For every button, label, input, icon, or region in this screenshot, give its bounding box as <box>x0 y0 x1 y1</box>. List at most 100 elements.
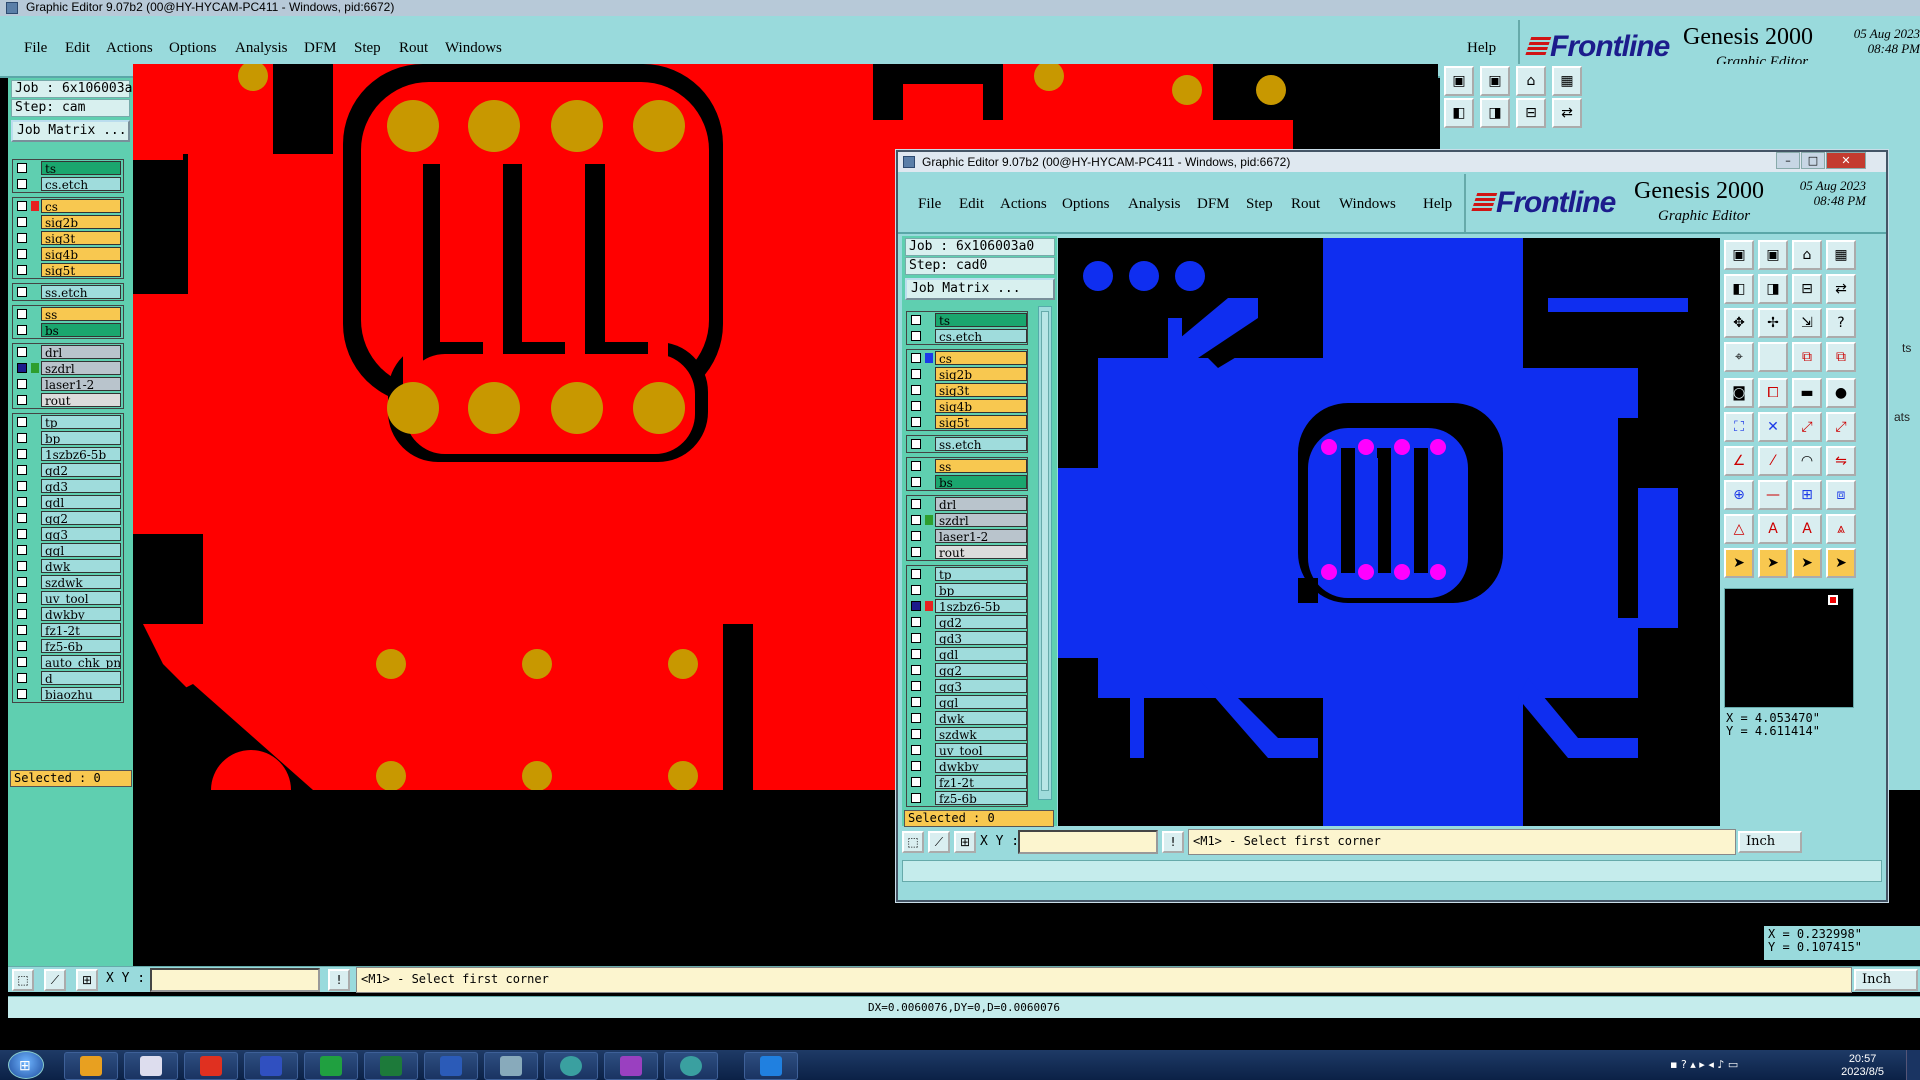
layer-checkbox[interactable] <box>17 433 27 443</box>
layer-row-szdwk[interactable]: szdwk <box>13 574 123 590</box>
layer-row-bs[interactable]: bs <box>907 474 1027 490</box>
layer-name[interactable]: bp <box>41 431 121 445</box>
layer-checkbox[interactable] <box>17 265 27 275</box>
layer-name[interactable]: gd2 <box>935 615 1027 629</box>
layer-row-ggl[interactable]: ggl <box>907 694 1027 710</box>
layer-checkbox[interactable] <box>911 617 921 627</box>
ptool-layer-down[interactable]: ▣ <box>1758 240 1788 270</box>
layer-row-gg3[interactable]: gg3 <box>13 526 123 542</box>
layer-checkbox[interactable] <box>17 249 27 259</box>
layer-row-sig3t[interactable]: sig3t <box>907 382 1027 398</box>
ptool-home[interactable]: ⌂ <box>1792 240 1822 270</box>
taskbar-app-5[interactable] <box>304 1052 358 1080</box>
system-tray[interactable]: ▪ ? ▴ ▸ ◂ ♪ ▭ <box>1670 1058 1800 1072</box>
layer-checkbox[interactable] <box>17 363 27 373</box>
layer-name[interactable]: sig4b <box>41 247 121 261</box>
ptool-pad[interactable]: ◙ <box>1724 378 1754 408</box>
layer-name[interactable]: ss.etch <box>41 285 121 299</box>
layer-name[interactable]: cs.etch <box>935 329 1027 343</box>
layer-row-gd2[interactable]: gd2 <box>13 462 123 478</box>
layer-checkbox[interactable] <box>17 449 27 459</box>
ptool-fit[interactable]: ✥ <box>1724 308 1754 338</box>
layer-checkbox[interactable] <box>911 515 921 525</box>
layer-row-bp[interactable]: bp <box>13 430 123 446</box>
layer-row-laser1-2[interactable]: laser1-2 <box>907 528 1027 544</box>
ptool-measure[interactable]: ⌖ <box>1724 342 1754 372</box>
layer-row-szdrl[interactable]: szdrl <box>13 360 123 376</box>
ptool-connect[interactable]: ⤢ <box>1792 412 1822 442</box>
layer-checkbox[interactable] <box>17 577 27 587</box>
layer-name[interactable]: szdwk <box>935 727 1027 741</box>
menu-edit[interactable]: Edit <box>65 40 90 57</box>
layer-checkbox[interactable] <box>911 633 921 643</box>
layer-checkbox[interactable] <box>911 439 921 449</box>
layer-name[interactable]: fz1-2t <box>41 623 121 637</box>
layer-row-cs.etch[interactable]: cs.etch <box>907 328 1027 344</box>
layer-name[interactable]: drl <box>41 345 121 359</box>
ptool-layer-up[interactable]: ▣ <box>1724 240 1754 270</box>
ptool-red-2[interactable]: ⧉ <box>1826 342 1856 372</box>
layer-name[interactable]: gd3 <box>935 631 1027 645</box>
tool-button-5[interactable]: ◧ <box>1444 98 1474 128</box>
layer-name[interactable]: gdl <box>935 647 1027 661</box>
popup-menu-rout[interactable]: Rout <box>1291 196 1320 213</box>
layer-checkbox[interactable] <box>911 649 921 659</box>
taskbar-app-2[interactable] <box>124 1052 178 1080</box>
maximize-button[interactable]: □ <box>1801 152 1825 169</box>
menu-options[interactable]: Options <box>169 40 217 57</box>
layer-name[interactable]: fz5-6b <box>935 791 1027 805</box>
taskbar-app-6[interactable] <box>364 1052 418 1080</box>
units-dropdown[interactable]: Inch <box>1854 969 1918 991</box>
popup-menu-edit[interactable]: Edit <box>959 196 984 213</box>
popup-menu-dfm[interactable]: DFM <box>1197 196 1230 213</box>
layer-row-cs.etch[interactable]: cs.etch <box>13 176 123 192</box>
layer-name[interactable]: drl <box>935 497 1027 511</box>
tool-button-3[interactable]: ⌂ <box>1516 66 1546 96</box>
ptool-pan[interactable]: ✢ <box>1758 308 1788 338</box>
layer-row-gg2[interactable]: gg2 <box>13 510 123 526</box>
layer-row-dwk[interactable]: dwk <box>907 710 1027 726</box>
tool-button-8[interactable]: ⇄ <box>1552 98 1582 128</box>
taskbar-app-4[interactable] <box>244 1052 298 1080</box>
popup-units-dropdown[interactable]: Inch <box>1738 831 1802 853</box>
layer-name[interactable]: gg2 <box>41 511 121 525</box>
ptool-swap[interactable]: ⇄ <box>1826 274 1856 304</box>
popup-graphics-canvas[interactable] <box>1058 238 1720 826</box>
layer-checkbox[interactable] <box>17 529 27 539</box>
layer-name[interactable]: dwk <box>41 559 121 573</box>
taskbar-app-11[interactable] <box>664 1052 718 1080</box>
layer-row-d[interactable]: d <box>13 670 123 686</box>
layer-checkbox[interactable] <box>17 325 27 335</box>
ptool-minus[interactable]: — <box>1758 480 1788 510</box>
layer-checkbox[interactable] <box>911 385 921 395</box>
layer-name[interactable]: sig3t <box>935 383 1027 397</box>
layer-row-sig3t[interactable]: sig3t <box>13 230 123 246</box>
layer-checkbox[interactable] <box>911 697 921 707</box>
layer-checkbox[interactable] <box>17 545 27 555</box>
layer-checkbox[interactable] <box>17 163 27 173</box>
layer-name[interactable]: cs.etch <box>41 177 121 191</box>
ptool-select-2[interactable]: ➤ <box>1758 548 1788 578</box>
layer-checkbox[interactable] <box>17 417 27 427</box>
ptool-select[interactable]: ➤ <box>1724 548 1754 578</box>
layer-name[interactable]: rout <box>935 545 1027 559</box>
layer-checkbox[interactable] <box>911 745 921 755</box>
layer-checkbox[interactable] <box>17 465 27 475</box>
layer-row-ts[interactable]: ts <box>13 160 123 176</box>
layer-row-dwk[interactable]: dwk <box>13 558 123 574</box>
layer-name[interactable]: ggl <box>935 695 1027 709</box>
layer-name[interactable]: dwkby <box>41 607 121 621</box>
layer-row-fz1-2t[interactable]: fz1-2t <box>13 622 123 638</box>
ptool-left[interactable]: ◧ <box>1724 274 1754 304</box>
exclaim-button[interactable]: ! <box>328 969 350 991</box>
show-desktop-button[interactable] <box>1906 1050 1920 1080</box>
xy-input[interactable] <box>150 968 320 992</box>
tool-button-1[interactable]: ▣ <box>1444 66 1474 96</box>
popup-menu-windows[interactable]: Windows <box>1339 196 1396 213</box>
menu-actions[interactable]: Actions <box>106 40 153 57</box>
ptool-slash[interactable]: ⁄ <box>1758 446 1788 476</box>
taskbar-app-10[interactable] <box>604 1052 658 1080</box>
layer-row-cs[interactable]: cs <box>13 198 123 214</box>
layer-name[interactable]: gg2 <box>935 663 1027 677</box>
layer-name[interactable]: ss <box>935 459 1027 473</box>
